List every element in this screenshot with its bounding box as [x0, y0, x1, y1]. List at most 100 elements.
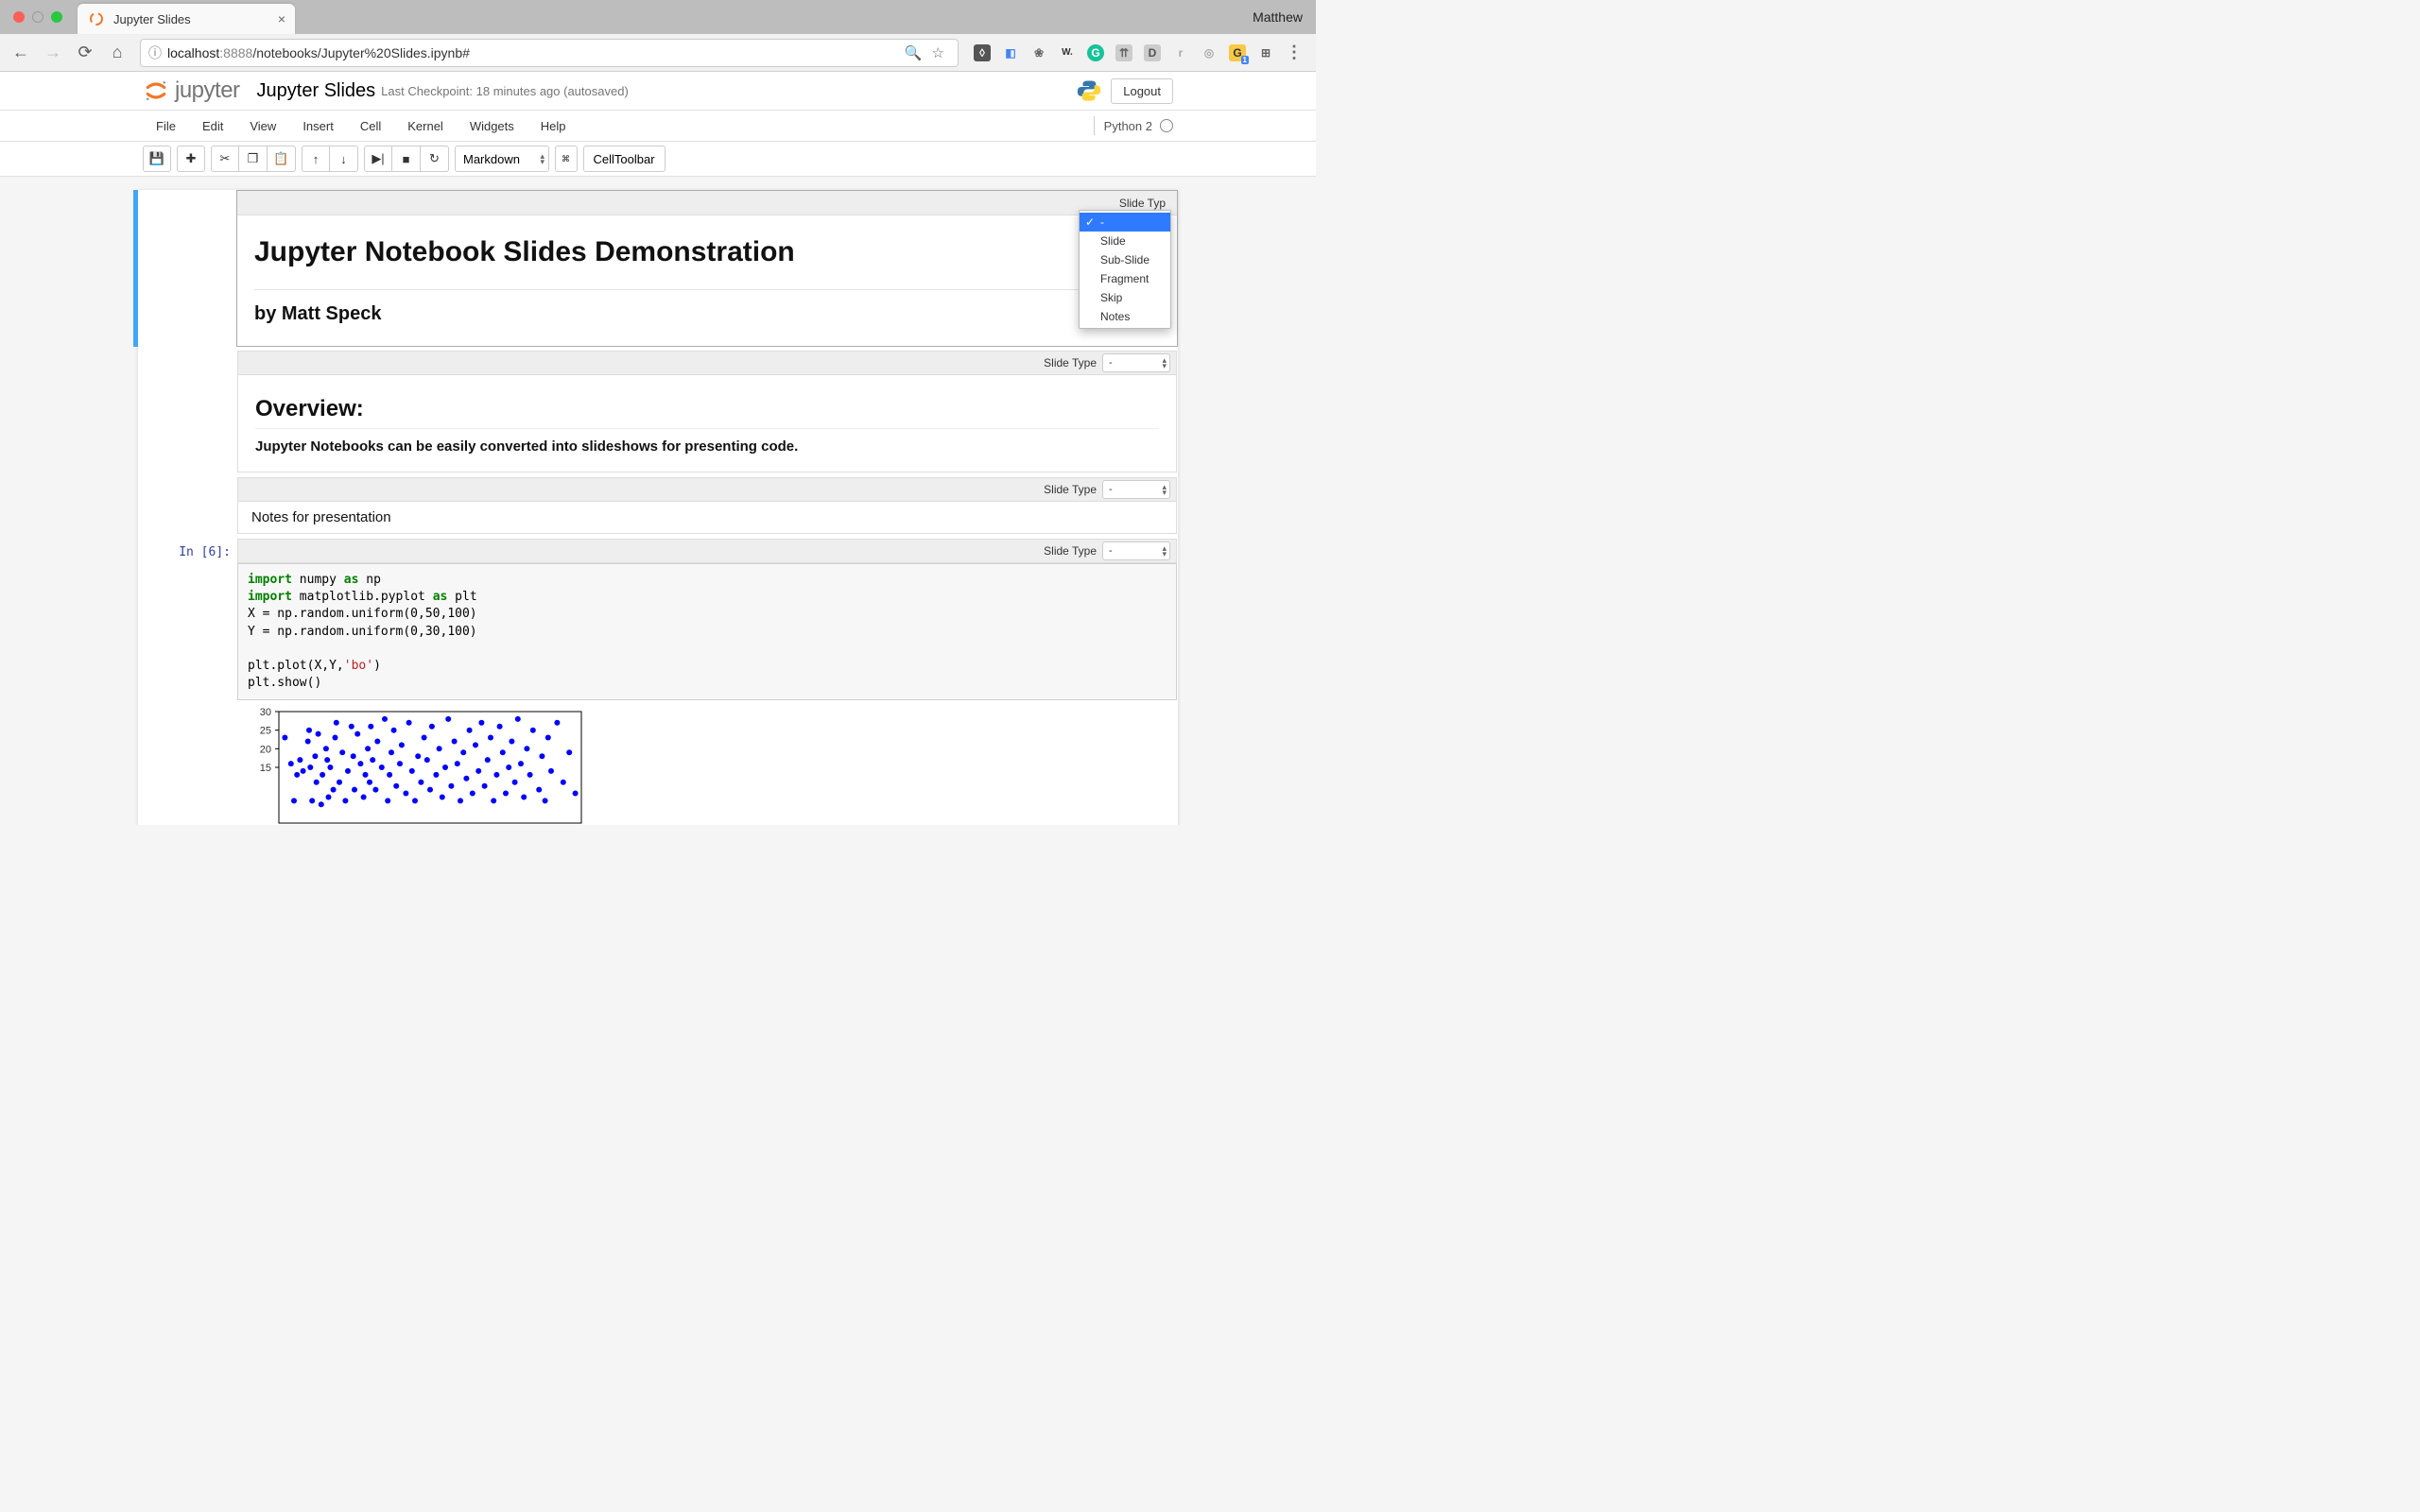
minimize-window-button[interactable] [32, 11, 43, 23]
grammarly-icon[interactable]: G [1087, 44, 1104, 61]
restart-button[interactable]: ↻ [421, 146, 449, 172]
notebook-container: Slide Typ - Slide Sub-Slide Fragment Ski… [138, 190, 1178, 825]
bookmark-star-icon[interactable]: ☆ [932, 44, 944, 61]
menu-view[interactable]: View [236, 113, 289, 139]
dropdown-option-fragment[interactable]: Fragment [1080, 269, 1170, 288]
close-tab-icon[interactable]: × [278, 11, 285, 26]
back-button[interactable]: ← [8, 40, 34, 66]
kernel-indicator: Python 2 [1094, 116, 1173, 135]
cell-markdown-overview[interactable]: Slide Type - ▴▾ Overview: Jupyter Notebo… [138, 350, 1178, 473]
slide-type-dropdown: - Slide Sub-Slide Fragment Skip Notes [1079, 210, 1171, 329]
logout-button[interactable]: Logout [1111, 78, 1173, 104]
close-window-button[interactable] [13, 11, 25, 23]
run-button[interactable]: ▶| [364, 146, 392, 172]
extension-icon[interactable]: W. [1059, 44, 1076, 61]
maximize-window-button[interactable] [51, 11, 62, 23]
insert-cell-button[interactable]: ✚ [177, 146, 205, 172]
cell-toolbar: Slide Typ - Slide Sub-Slide Fragment Ski… [237, 191, 1177, 215]
notebook-header: jupyter Jupyter Slides Last Checkpoint: … [0, 72, 1316, 111]
kernel-name: Python 2 [1104, 119, 1152, 133]
menu-insert[interactable]: Insert [289, 113, 347, 139]
cell-type-select[interactable]: Markdown ▴▾ [455, 146, 549, 172]
interrupt-button[interactable]: ■ [392, 146, 421, 172]
jupyter-logo[interactable]: jupyter [143, 77, 240, 104]
extension-icon[interactable]: ⇈ [1115, 44, 1132, 61]
tok: numpy [292, 573, 344, 587]
extension-icon[interactable]: ◎ [1201, 44, 1218, 61]
code-output-chart: 15202530 [237, 700, 1177, 825]
move-up-button[interactable]: ↑ [302, 146, 330, 172]
menu-kernel[interactable]: Kernel [394, 113, 457, 139]
move-down-button[interactable]: ↓ [330, 146, 358, 172]
copy-button[interactable]: ❐ [239, 146, 268, 172]
home-button[interactable]: ⌂ [104, 40, 130, 66]
cell-markdown-title[interactable]: Slide Typ - Slide Sub-Slide Fragment Ski… [138, 190, 1178, 347]
code-line: X = np.random.uniform(0,50,100) [248, 607, 477, 621]
dropdown-option-notes[interactable]: Notes [1080, 307, 1170, 326]
save-button[interactable]: 💾 [143, 146, 171, 172]
url-host: localhost [167, 45, 219, 60]
dropdown-option-none[interactable]: - [1080, 213, 1170, 232]
cell-markdown-notes[interactable]: Slide Type - ▴▾ Notes for presentation [138, 476, 1178, 535]
command-palette-button[interactable]: ⌘ [555, 146, 578, 172]
slide-type-label: Slide Type [1044, 483, 1097, 496]
cut-button[interactable]: ✂ [211, 146, 239, 172]
jupyter-logo-icon [143, 77, 169, 104]
slide-type-value: - [1109, 484, 1113, 495]
extension-icon[interactable]: D [1144, 44, 1161, 61]
extension-icon[interactable]: ❀ [1030, 44, 1047, 61]
window-titlebar: Jupyter Slides × Matthew [0, 0, 1316, 34]
url-path: /notebooks/Jupyter%20Slides.ipynb# [252, 45, 470, 60]
code-line: plt.plot(X,Y, [248, 659, 344, 673]
overview-heading: Overview: [255, 396, 1159, 429]
jupyter-logo-text: jupyter [175, 77, 240, 104]
address-bar[interactable]: ⓘ localhost:8888/notebooks/Jupyter%20Sli… [140, 39, 959, 67]
menu-file[interactable]: File [143, 113, 189, 139]
slide-type-select[interactable]: - ▴▾ [1102, 480, 1170, 499]
str: 'bo' [344, 659, 373, 673]
dropdown-option-subslide[interactable]: Sub-Slide [1080, 250, 1170, 269]
dropdown-option-slide[interactable]: Slide [1080, 232, 1170, 250]
cell-type-value: Markdown [463, 152, 520, 166]
browser-tab[interactable]: Jupyter Slides × [78, 4, 295, 34]
slide-type-select[interactable]: - ▴▾ [1102, 541, 1170, 560]
notebook-h3-author: by Matt Speck [254, 303, 1160, 325]
select-arrows-icon: ▴▾ [540, 153, 544, 164]
menu-edit[interactable]: Edit [189, 113, 236, 139]
chrome-menu-icon[interactable]: ⋮ [1286, 44, 1303, 61]
extension-icon[interactable]: G1 [1229, 44, 1246, 61]
forward-button[interactable]: → [40, 40, 66, 66]
dropdown-option-skip[interactable]: Skip [1080, 288, 1170, 307]
scatter-plot: 15202530 [247, 706, 587, 825]
paste-button[interactable]: 📋 [268, 146, 296, 172]
menu-cell[interactable]: Cell [347, 113, 394, 139]
extension-icon[interactable]: ◧ [1002, 44, 1019, 61]
cell-prompt [138, 190, 236, 347]
menu-help[interactable]: Help [527, 113, 579, 139]
cell-toolbar: Slide Type - ▴▾ [237, 539, 1177, 563]
extension-icons: ◊ ◧ ❀ W. G ⇈ D r ◎ G1 ⊞ ⋮ [968, 44, 1308, 61]
notebook-h1: Jupyter Notebook Slides Demonstration [254, 236, 1160, 274]
tok: matplotlib.pyplot [292, 590, 433, 604]
site-info-icon[interactable]: ⓘ [148, 43, 162, 62]
kw: import [248, 590, 292, 604]
cell-toolbar: Slide Type - ▴▾ [237, 477, 1177, 502]
chrome-profile-name[interactable]: Matthew [1253, 9, 1303, 25]
zoom-icon[interactable]: 🔍 [905, 44, 923, 61]
svg-text:20: 20 [260, 745, 271, 756]
reload-button[interactable]: ⟳ [72, 40, 98, 66]
tok: ) [373, 659, 381, 673]
extension-icon[interactable]: ⊞ [1257, 44, 1274, 61]
slide-type-select[interactable]: - ▴▾ [1102, 353, 1170, 372]
slide-type-label: Slide Typ [1119, 197, 1166, 210]
extension-icon[interactable]: ◊ [974, 44, 991, 61]
cell-code[interactable]: In [6]: Slide Type - ▴▾ import numpy as … [138, 538, 1178, 825]
code-input[interactable]: import numpy as np import matplotlib.pyp… [237, 563, 1177, 700]
celltoolbar-button[interactable]: CellToolbar [583, 146, 666, 172]
notebook-name[interactable]: Jupyter Slides [257, 80, 376, 102]
menu-widgets[interactable]: Widgets [457, 113, 527, 139]
svg-text:15: 15 [260, 763, 271, 774]
extension-icon[interactable]: r [1172, 44, 1189, 61]
checkpoint-status: Last Checkpoint: 18 minutes ago (autosav… [381, 84, 629, 98]
notes-text: Notes for presentation [251, 509, 391, 525]
